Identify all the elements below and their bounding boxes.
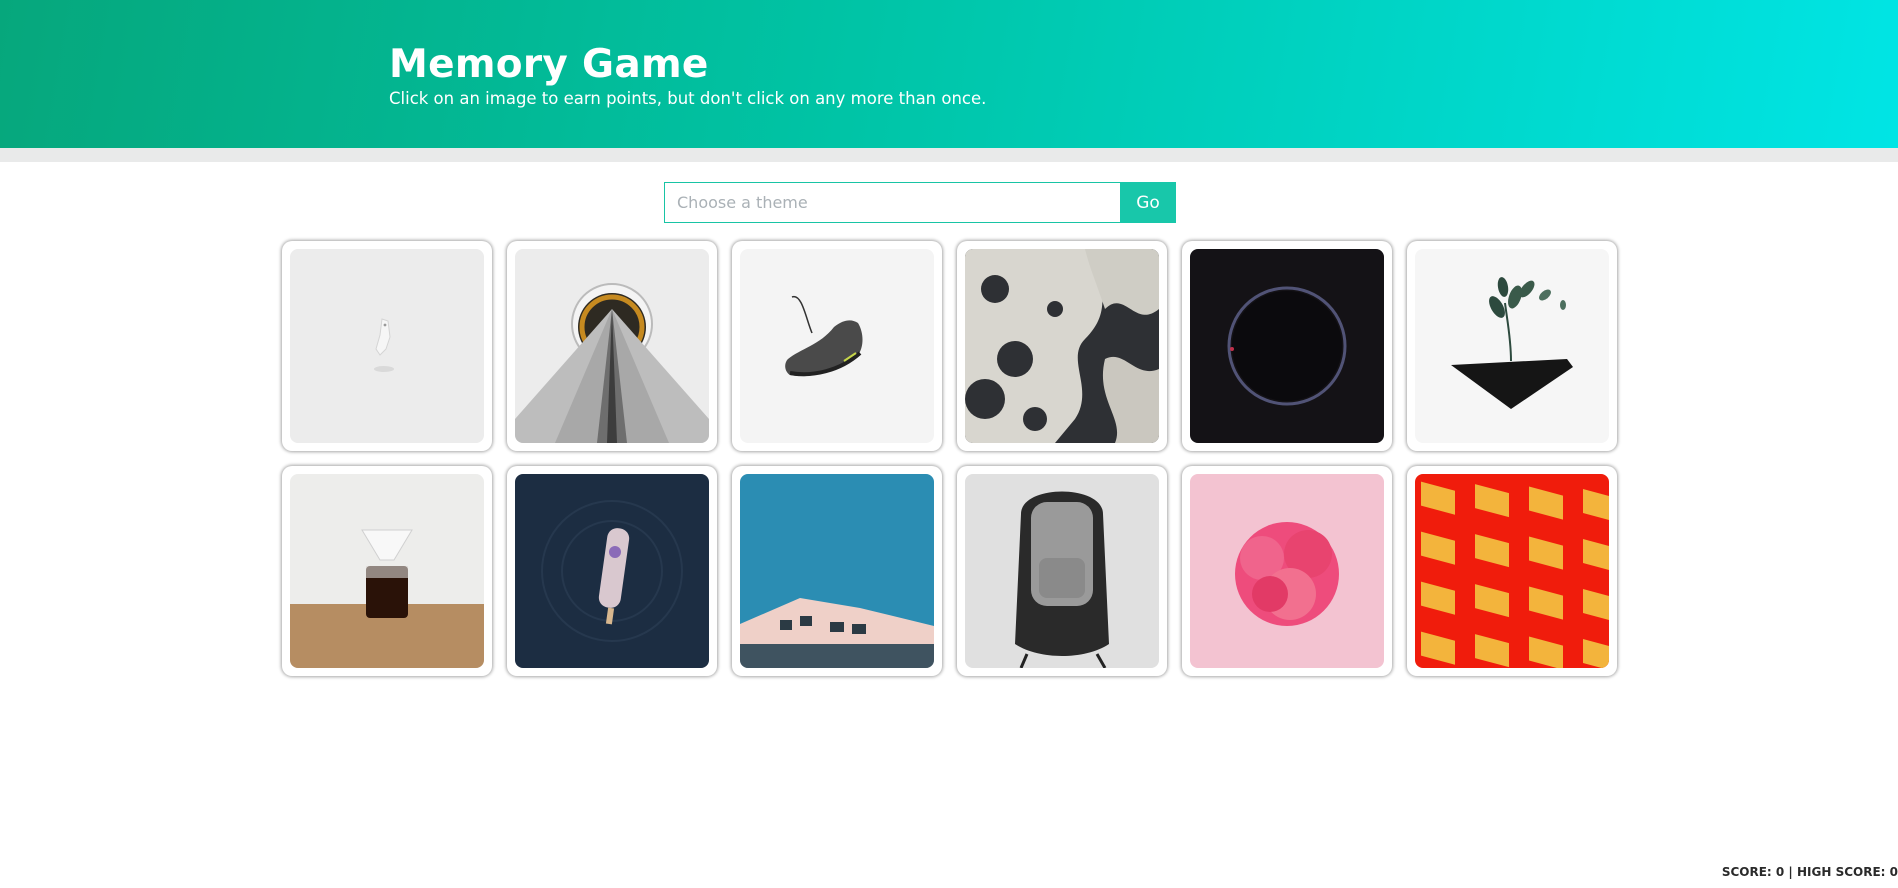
card-image — [515, 249, 709, 443]
divider — [0, 148, 1898, 162]
card-eclipse[interactable] — [1182, 241, 1392, 451]
card-sneaker[interactable] — [732, 241, 942, 451]
card-image — [1415, 249, 1609, 443]
card-image — [1415, 474, 1609, 668]
card-image — [740, 249, 934, 443]
card-yellow-boxes[interactable] — [1407, 466, 1617, 676]
card-image — [1190, 249, 1384, 443]
score-display: SCORE: 0 | HIGH SCORE: 0 — [1721, 865, 1898, 879]
header-banner: Memory Game Click on an image to earn po… — [0, 0, 1898, 148]
card-image — [290, 249, 484, 443]
card-image — [740, 474, 934, 668]
card-coffee-pour-over[interactable] — [282, 466, 492, 676]
go-button[interactable]: Go — [1120, 182, 1176, 223]
card-popsicle-water[interactable] — [507, 466, 717, 676]
card-leaf-shadows[interactable] — [957, 241, 1167, 451]
card-pink-carnation[interactable] — [1182, 466, 1392, 676]
card-image — [1190, 474, 1384, 668]
theme-search-form: Go — [664, 182, 1176, 223]
card-image — [515, 474, 709, 668]
page-title: Memory Game — [389, 42, 709, 87]
card-backpack-chair[interactable] — [957, 466, 1167, 676]
card-building-sky[interactable] — [732, 466, 942, 676]
theme-input[interactable] — [664, 182, 1120, 223]
card-floating-plant[interactable] — [1407, 241, 1617, 451]
card-white-figure[interactable] — [282, 241, 492, 451]
page-subtitle: Click on an image to earn points, but do… — [389, 89, 987, 108]
card-image — [965, 474, 1159, 668]
card-tower[interactable] — [507, 241, 717, 451]
card-image — [290, 474, 484, 668]
card-image — [965, 249, 1159, 443]
